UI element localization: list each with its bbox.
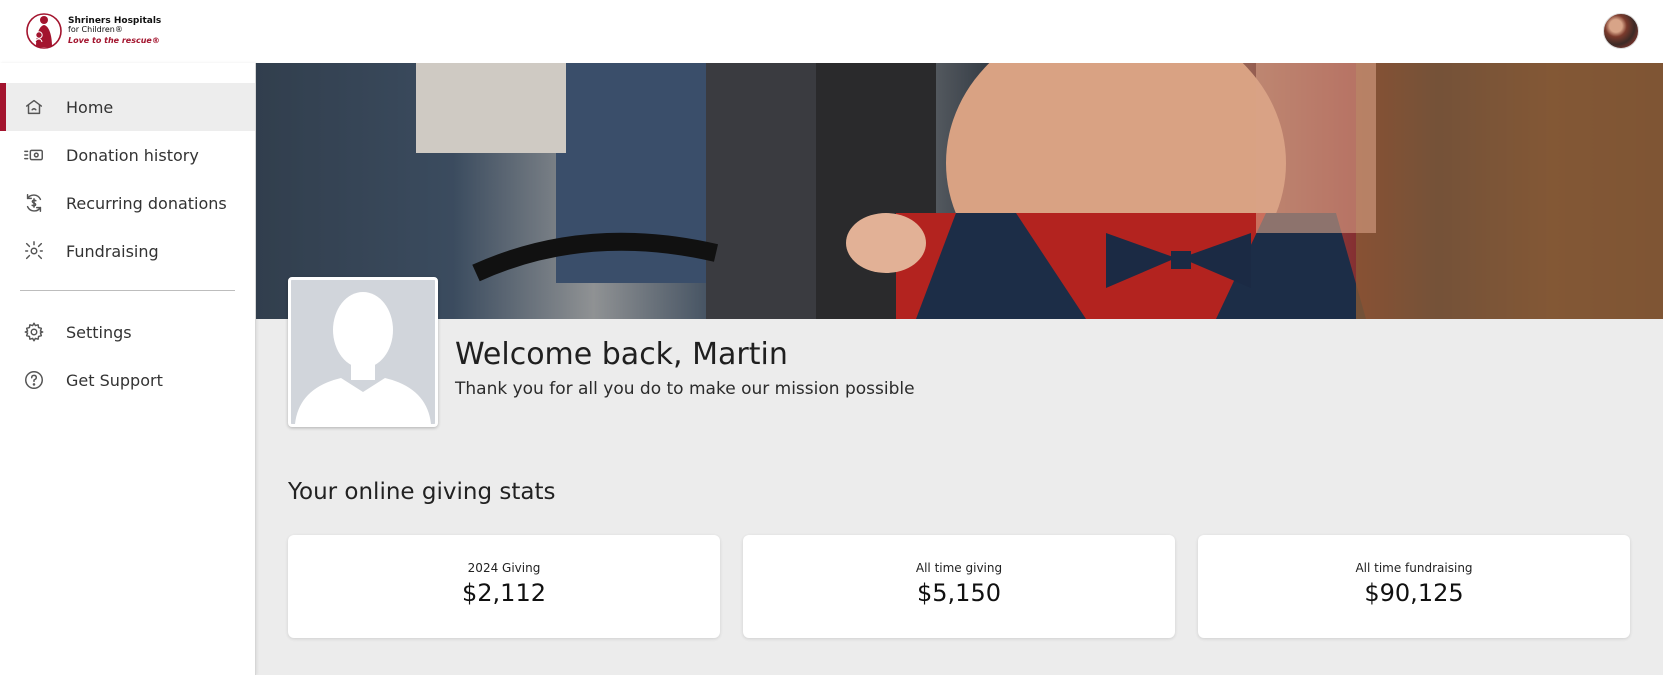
giving-stats-heading: Your online giving stats [288, 479, 556, 505]
stat-label: 2024 Giving [467, 561, 541, 575]
hero-banner-image [256, 63, 1663, 319]
sidebar-item-label: Donation history [66, 145, 199, 165]
stat-value: $90,125 [1364, 579, 1464, 607]
sidebar-item-label: Recurring donations [66, 193, 227, 213]
fundraising-icon [22, 239, 46, 263]
stat-card-2024-giving: 2024 Giving $2,112 [288, 535, 720, 638]
welcome-heading: Welcome back, Martin [455, 337, 788, 372]
gear-icon [22, 320, 46, 344]
shriners-logo[interactable]: Shriners Hospitals for Children® Love to… [24, 9, 161, 53]
sidebar-item-donation-history[interactable]: Donation history [0, 131, 255, 179]
stat-card-all-time-fundraising: All time fundraising $90,125 [1198, 535, 1630, 638]
logo-subname: for Children® [68, 25, 123, 35]
stat-label: All time giving [915, 561, 1003, 575]
person-silhouette-icon [291, 280, 435, 424]
home-icon [22, 95, 46, 119]
stat-value: $5,150 [917, 579, 1001, 607]
user-avatar[interactable] [1603, 13, 1639, 49]
stat-card-all-time-giving: All time giving $5,150 [743, 535, 1175, 638]
top-header: Shriners Hospitals for Children® Love to… [0, 0, 1663, 63]
sidebar-item-label: Settings [66, 322, 132, 342]
shriners-emblem-icon [26, 13, 62, 49]
sidebar-nav: Home Donation history Recurring donation… [0, 63, 256, 675]
help-icon [22, 368, 46, 392]
stat-label: All time fundraising [1355, 561, 1473, 575]
sidebar-item-get-support[interactable]: Get Support [0, 356, 255, 404]
sidebar-divider [20, 290, 235, 291]
sidebar-item-label: Home [66, 97, 114, 117]
hero-photo-illustration [256, 63, 1663, 319]
sidebar-item-home[interactable]: Home [0, 83, 255, 131]
sidebar-item-label: Fundraising [66, 241, 159, 261]
welcome-subtitle: Thank you for all you do to make our mis… [455, 379, 915, 399]
sidebar-item-fundraising[interactable]: Fundraising [0, 227, 255, 275]
recurring-dollar-icon [22, 191, 46, 215]
stat-value: $2,112 [462, 579, 546, 607]
sidebar-item-label: Get Support [66, 370, 163, 390]
sidebar-item-recurring-donations[interactable]: Recurring donations [0, 179, 255, 227]
money-icon [22, 143, 46, 167]
sidebar-item-settings[interactable]: Settings [0, 308, 255, 356]
logo-tagline: Love to the rescue® [68, 35, 160, 45]
profile-photo-placeholder[interactable] [288, 277, 438, 427]
